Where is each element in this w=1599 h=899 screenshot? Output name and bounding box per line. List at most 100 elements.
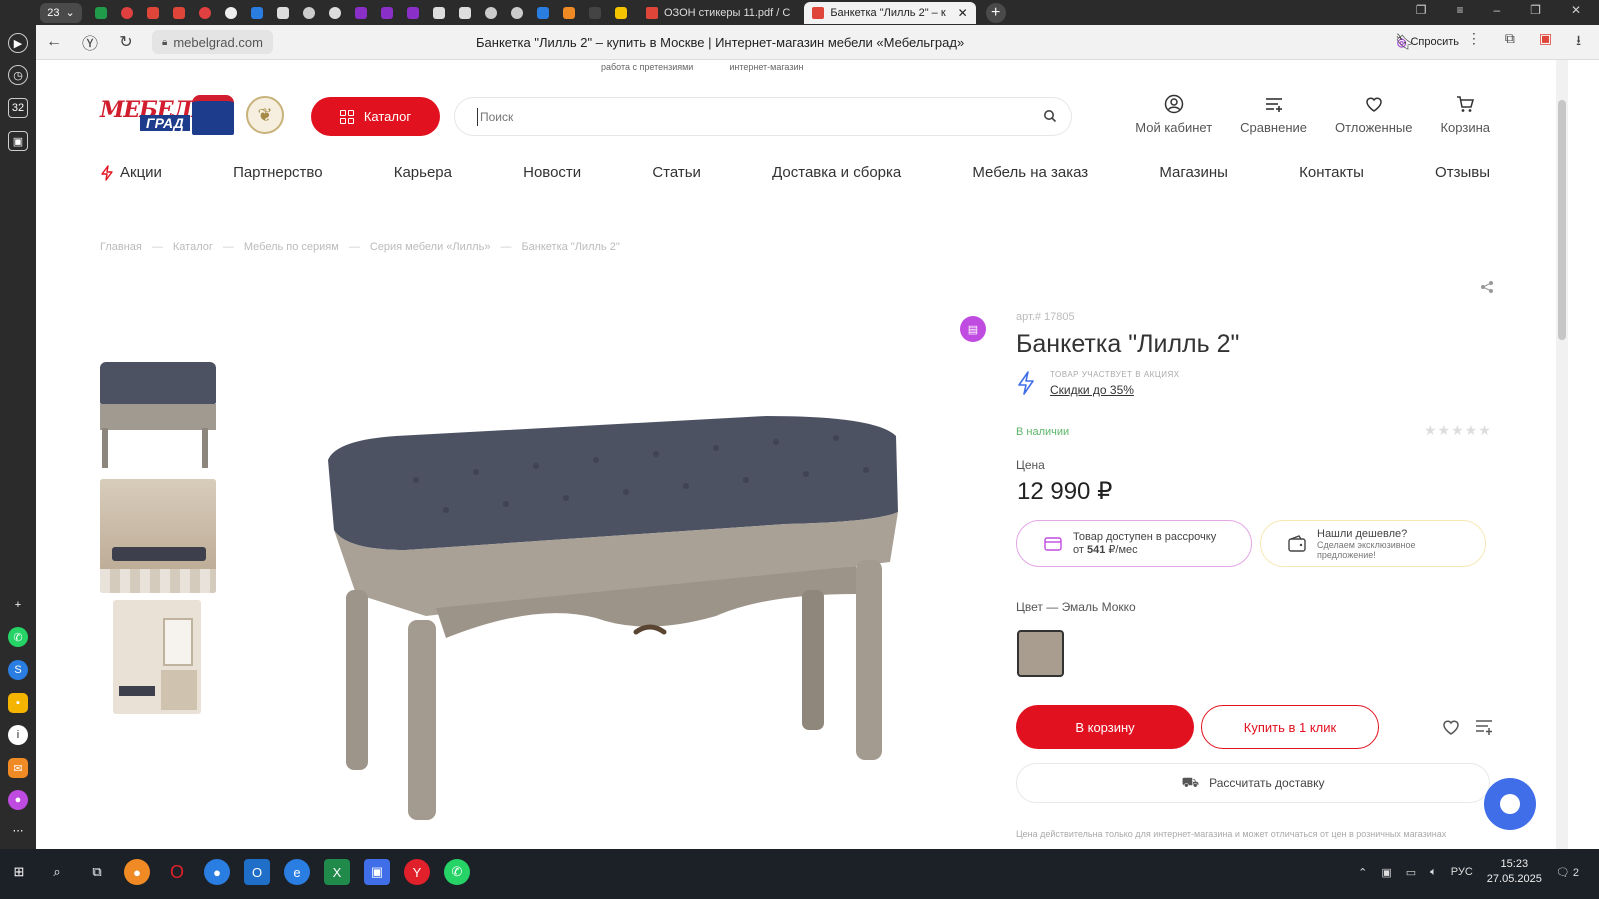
language-indicator[interactable]: РУС [1451,866,1473,878]
search-icon[interactable]: ⌕ [44,859,70,885]
volume-icon[interactable]: 🔈︎ [1430,866,1437,879]
more-vert-icon[interactable]: ⋮ [1467,30,1481,54]
scrollbar-thumb[interactable] [1558,100,1566,340]
compare-icon[interactable] [1474,718,1494,736]
network-icon[interactable]: ▭ [1406,866,1416,879]
firefox-icon[interactable]: ● [124,859,150,885]
breadcrumb-item[interactable]: Мебель по сериям [244,241,339,253]
promo-link[interactable]: Скидки до 35% [1050,383,1180,397]
buy-one-click-button[interactable]: Купить в 1 клик [1201,705,1379,749]
calc-delivery-button[interactable]: ⛟ Рассчитать доставку [1016,763,1490,803]
excel-icon[interactable]: X [324,859,350,885]
pinned-tab[interactable] [506,4,528,22]
gallery-thumb[interactable] [113,600,201,714]
header-account[interactable]: Мой кабинет [1135,94,1212,135]
whatsapp-icon[interactable]: ✆ [8,627,28,647]
opera-icon[interactable]: O [164,859,190,885]
pinned-tab[interactable] [298,4,320,22]
tab-ozon-pdf[interactable]: ОЗОН стикеры 11.pdf / С [638,2,798,24]
tab-counter[interactable]: 23 ⌄ [40,2,82,23]
pinned-tab[interactable] [142,4,164,22]
new-tab-button[interactable]: + [985,2,1006,23]
menu-item-articles[interactable]: Статьи [652,164,701,181]
pinned-tab[interactable] [584,4,606,22]
pinned-tab[interactable] [90,4,112,22]
close-icon[interactable]: ✕ [958,6,968,20]
menu-item-sales[interactable]: Акции [100,164,162,181]
chevron-up-icon[interactable]: ⌃ [1358,866,1367,879]
edge-icon[interactable]: e [284,859,310,885]
top-link-claims[interactable]: работа с претензиями [601,62,693,72]
gallery-thumb[interactable] [100,358,216,472]
pinned-tab[interactable] [376,4,398,22]
header-favorites[interactable]: Отложенные [1335,94,1412,135]
whatsapp-icon[interactable]: ✆ [444,859,470,885]
skype-icon[interactable]: S [8,660,28,680]
promo-badge-icon[interactable]: ▤ [960,316,986,342]
search-icon[interactable] [1043,109,1057,123]
product-main-image[interactable] [316,380,936,820]
bookmark-icon[interactable]: 🔖︎ [1395,32,1415,52]
clock[interactable]: 15:23 27.05.2025 [1487,857,1542,887]
menu-item-stores[interactable]: Магазины [1159,164,1228,181]
screenshot-icon[interactable]: ▣ [8,131,28,151]
downloads-icon[interactable]: ⭳ [1576,30,1581,54]
url-domain[interactable]: 🔒︎ mebelgrad.com [152,30,273,54]
minimize-icon[interactable]: – [1493,3,1500,17]
found-cheaper-button[interactable]: Нашли дешевле? Сделаем эксклюзивное пред… [1260,520,1486,567]
pinned-tab[interactable] [402,4,424,22]
chrome-icon[interactable]: ● [204,859,230,885]
breadcrumb-item[interactable]: Каталог [173,241,213,253]
menu-item-custom-furniture[interactable]: Мебель на заказ [972,164,1088,181]
tab-active-product[interactable]: Банкетка "Лилль 2" – к ✕ [804,1,976,24]
tabs-overview-icon[interactable]: ❐ [1416,3,1427,17]
add-icon[interactable]: + [8,595,28,615]
pinned-tab[interactable] [428,4,450,22]
protect-icon[interactable]: ▣ [1539,30,1552,54]
alice-icon[interactable]: ● [8,790,28,810]
pinned-tab[interactable] [116,4,138,22]
share-icon[interactable] [1480,280,1494,294]
pinned-tab[interactable] [272,4,294,22]
search-input[interactable] [477,108,1017,126]
pinned-tab[interactable] [194,4,216,22]
pinned-tab[interactable] [532,4,554,22]
restore-icon[interactable]: ❐ [1530,3,1541,17]
add-to-cart-button[interactable]: В корзину [1016,705,1194,749]
yandex-icon[interactable]: Ⓨ [72,30,108,54]
notifications-icon[interactable]: 🗨︎ 2 [1556,866,1579,879]
history-icon[interactable]: ◷ [8,65,28,85]
header-compare[interactable]: Сравнение [1240,94,1307,135]
rating-stars[interactable]: ★★★★★ [1424,422,1492,439]
play-icon[interactable]: ▶ [8,33,28,53]
back-icon[interactable]: ← [36,33,72,51]
close-window-icon[interactable]: ✕ [1571,3,1581,17]
extensions-icon[interactable]: ⧉ [1505,30,1515,54]
menu-item-partnership[interactable]: Партнерство [233,164,323,181]
pinned-tab[interactable] [480,4,502,22]
pinned-tab[interactable] [168,4,190,22]
mail-icon[interactable]: ✉ [8,758,28,778]
pinned-tab[interactable] [454,4,476,22]
pinned-tab[interactable] [324,4,346,22]
top-link-shop[interactable]: интернет-магазин [729,62,803,72]
app-window-icon[interactable]: ▣ [364,859,390,885]
heart-icon[interactable] [1441,718,1461,736]
outlook-icon[interactable]: O [244,859,270,885]
more-icon[interactable]: ⋯ [8,820,28,840]
pinned-tab[interactable] [350,4,372,22]
menu-item-news[interactable]: Новости [523,164,581,181]
windows-start-icon[interactable]: ⊞ [6,859,32,885]
pinned-tab[interactable] [220,4,242,22]
color-swatch[interactable] [1017,630,1064,677]
scrollbar[interactable] [1556,60,1568,849]
pinned-tab[interactable] [610,4,632,22]
menu-item-delivery[interactable]: Доставка и сборка [772,164,901,181]
pinned-tab[interactable] [558,4,580,22]
menu-icon[interactable]: ≡ [1456,3,1463,17]
menu-item-contacts[interactable]: Контакты [1299,164,1364,181]
info-icon[interactable]: i [8,725,28,745]
breadcrumb-item[interactable]: Главная [100,241,142,253]
breadcrumb-item[interactable]: Серия мебели «Лилль» [370,241,491,253]
pinned-tab[interactable] [246,4,268,22]
